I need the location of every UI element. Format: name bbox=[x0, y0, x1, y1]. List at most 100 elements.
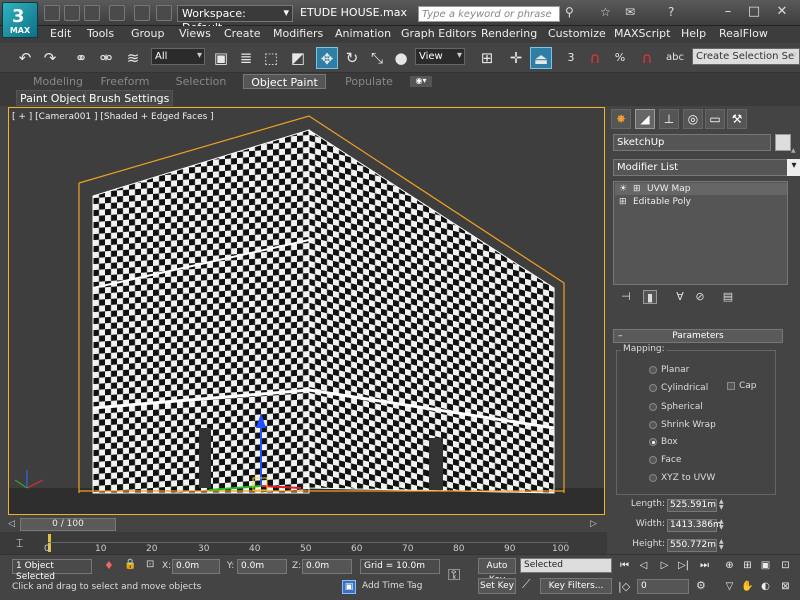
key-filters-button[interactable]: Key Filters... bbox=[540, 578, 612, 594]
unlink-icon[interactable]: ⚮ bbox=[95, 47, 117, 69]
spinner-snap-icon[interactable]: ∩ bbox=[636, 47, 658, 69]
angle-snap-icon[interactable]: ∩ bbox=[584, 47, 606, 69]
menu-views[interactable]: Views bbox=[179, 27, 211, 40]
redo-quick-icon[interactable] bbox=[134, 5, 150, 21]
motion-tab-icon[interactable]: ◎ bbox=[683, 109, 703, 129]
goto-start-icon[interactable]: ⏮ bbox=[617, 558, 632, 573]
create-tab-icon[interactable]: ✸ bbox=[611, 109, 631, 129]
rect-selection-icon[interactable]: ⬚ bbox=[260, 47, 282, 69]
undo-quick-icon[interactable] bbox=[109, 5, 125, 21]
select-scale-icon[interactable]: ⤡ bbox=[366, 47, 388, 69]
field-of-view-icon[interactable]: ▽ bbox=[722, 579, 737, 594]
object-color-swatch[interactable] bbox=[775, 134, 791, 151]
select-move-icon[interactable]: ✥ bbox=[316, 47, 338, 69]
parameters-rollout-header[interactable]: – Parameters bbox=[613, 329, 783, 343]
named-selection-input[interactable]: Create Selection Se bbox=[692, 48, 800, 65]
undo-icon[interactable]: ↶ bbox=[14, 47, 36, 69]
slider-right-arrow-icon[interactable]: ▷ bbox=[590, 519, 597, 529]
goto-end-icon[interactable]: ⏭ bbox=[697, 558, 712, 573]
select-rotate-icon[interactable]: ↻ bbox=[341, 47, 363, 69]
show-end-result-icon[interactable]: ▮ bbox=[643, 290, 657, 304]
app-menu-button[interactable]: 3 MAX bbox=[2, 2, 38, 38]
x-coordinate-input[interactable]: 0.0m bbox=[172, 559, 220, 574]
display-tab-icon[interactable]: ▭ bbox=[705, 109, 725, 129]
save-file-icon[interactable] bbox=[84, 5, 100, 21]
menu-edit[interactable]: Edit bbox=[50, 27, 71, 40]
zoom-icon[interactable]: ⊕ bbox=[722, 558, 737, 573]
menu-rendering[interactable]: Rendering bbox=[481, 27, 537, 40]
menu-help[interactable]: Help bbox=[681, 27, 706, 40]
ribbon-options-icon[interactable]: ◉▾ bbox=[410, 76, 432, 87]
add-time-tag[interactable]: Add Time Tag bbox=[362, 581, 422, 591]
pan-icon[interactable]: ✋ bbox=[740, 579, 755, 594]
next-frame-icon[interactable]: ▷| bbox=[676, 558, 691, 573]
length-spinner[interactable]: ▲ ▼ bbox=[719, 499, 726, 512]
ref-coord-dropdown[interactable]: View bbox=[415, 48, 465, 65]
y-coordinate-input[interactable]: 0.0m bbox=[237, 559, 287, 574]
maximize-button[interactable]: □ bbox=[742, 3, 766, 21]
bind-spacewarp-icon[interactable]: ≋ bbox=[122, 47, 144, 69]
manipulate-icon[interactable]: ✛ bbox=[505, 47, 527, 69]
link-icon[interactable]: ⚭ bbox=[70, 47, 92, 69]
menu-group[interactable]: Group bbox=[131, 27, 165, 40]
selection-filter-dropdown[interactable]: All bbox=[151, 48, 205, 65]
modifier-stack[interactable]: ☀ ⊞ UVW Map ⊞ Editable Poly bbox=[613, 181, 788, 285]
play-icon[interactable]: ▷ bbox=[657, 558, 672, 573]
auto-key-button[interactable]: Auto Key bbox=[478, 558, 516, 585]
menu-create[interactable]: Create bbox=[224, 27, 261, 40]
menu-customize[interactable]: Customize bbox=[548, 27, 606, 40]
remove-modifier-icon[interactable]: ⊘ bbox=[693, 290, 707, 304]
modify-tab-icon[interactable]: ◢ bbox=[635, 109, 655, 129]
hierarchy-tab-icon[interactable]: ⊥ bbox=[659, 109, 679, 129]
prev-frame-icon[interactable]: ◁ bbox=[636, 558, 651, 573]
scroll-up-icon[interactable]: ▲ bbox=[791, 147, 797, 155]
menu-tools[interactable]: Tools bbox=[87, 27, 114, 40]
tab-freeform[interactable]: Freeform bbox=[92, 74, 158, 89]
help-icon[interactable]: ? bbox=[668, 5, 684, 21]
star-icon[interactable]: ☆ bbox=[600, 5, 616, 21]
minimize-button[interactable]: – bbox=[716, 3, 740, 21]
make-unique-icon[interactable]: ∀ bbox=[673, 290, 687, 304]
modifier-list-dropdown[interactable]: Modifier List bbox=[613, 159, 800, 176]
height-spinner[interactable]: ▲ ▼ bbox=[719, 539, 726, 552]
expand-icon[interactable]: ⊞ bbox=[619, 196, 627, 208]
key-icon[interactable]: ⚿ bbox=[448, 565, 460, 585]
edit-named-sel-icon[interactable]: abc bbox=[664, 47, 686, 69]
search-input[interactable]: Type a keyword or phrase bbox=[418, 6, 560, 22]
open-file-icon[interactable] bbox=[64, 5, 80, 21]
workspace-dropdown[interactable]: Workspace: Default bbox=[177, 5, 293, 34]
configure-sets-icon[interactable]: ▤ bbox=[721, 290, 735, 304]
set-key-mode-icon[interactable]: ⟋ bbox=[522, 577, 530, 592]
utilities-tab-icon[interactable]: ⚒ bbox=[727, 109, 747, 129]
tab-object-paint[interactable]: Object Paint bbox=[243, 74, 326, 89]
track-bar[interactable]: ⌶ 0 10 20 30 40 50 60 70 80 90 100 bbox=[0, 532, 607, 554]
key-mode-toggle-icon[interactable]: |◇ bbox=[618, 580, 630, 593]
menu-maxscript[interactable]: MAXScript bbox=[614, 27, 670, 40]
keyboard-shortcut-icon[interactable]: ⏏ bbox=[530, 47, 552, 69]
project-folder-icon[interactable] bbox=[156, 5, 172, 21]
lightbulb-icon[interactable]: ☀ bbox=[619, 183, 627, 195]
zoom-extents-all-icon[interactable]: ⊡ bbox=[778, 558, 793, 573]
window-crossing-icon[interactable]: ◩ bbox=[287, 47, 309, 69]
menu-graph-editors[interactable]: Graph Editors bbox=[401, 27, 477, 40]
tab-populate[interactable]: Populate bbox=[336, 74, 402, 89]
orbit-icon[interactable]: ◐ bbox=[758, 579, 773, 594]
time-config-icon[interactable]: ⚙ bbox=[696, 579, 706, 592]
pivot-center-icon[interactable]: ⊞ bbox=[476, 47, 498, 69]
menu-realflow[interactable]: RealFlow bbox=[719, 27, 768, 40]
set-key-button[interactable]: Set Key bbox=[478, 578, 516, 594]
select-object-icon[interactable]: ▣ bbox=[210, 47, 232, 69]
current-frame-input[interactable]: 0 bbox=[637, 579, 689, 594]
time-tag-icon[interactable]: ▣ bbox=[342, 580, 356, 594]
menu-modifiers[interactable]: Modifiers bbox=[273, 27, 323, 40]
script-listener-icon[interactable]: ♦ bbox=[104, 559, 114, 572]
redo-icon[interactable]: ↷ bbox=[39, 47, 61, 69]
mini-curve-editor-icon[interactable]: ⌶ bbox=[16, 536, 23, 551]
tab-modeling[interactable]: Modeling bbox=[18, 74, 98, 89]
time-slider[interactable]: 0 / 100 bbox=[20, 518, 116, 531]
new-file-icon[interactable] bbox=[44, 5, 60, 21]
expand-icon[interactable]: ⊞ bbox=[633, 183, 641, 195]
slider-left-arrow-icon[interactable]: ◁ bbox=[8, 519, 15, 529]
stack-item-uvw-map[interactable]: ☀ ⊞ UVW Map bbox=[615, 183, 787, 195]
zoom-extents-icon[interactable]: ▣ bbox=[758, 558, 773, 573]
